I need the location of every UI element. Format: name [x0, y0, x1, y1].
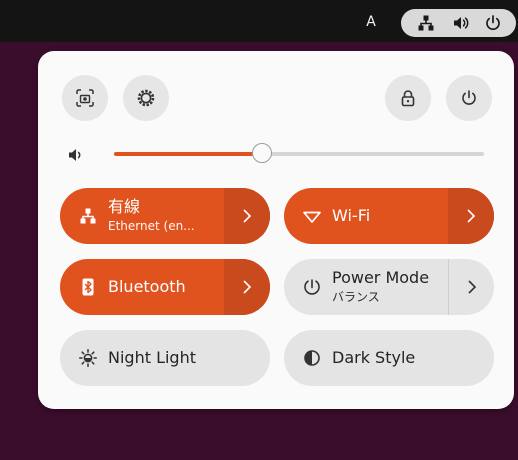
dark-style-icon: [302, 348, 322, 368]
wired-network-menu-button[interactable]: [224, 188, 270, 244]
system-status-menu[interactable]: [401, 9, 516, 37]
power-mode-label: Power Mode: [332, 268, 430, 287]
power-mode-toggle[interactable]: Power Mode バランス: [284, 259, 494, 315]
dark-style-label: Dark Style: [332, 348, 416, 367]
dark-style-toggle[interactable]: Dark Style: [284, 330, 494, 386]
wired-network-toggle[interactable]: 有線 Ethernet (en...: [60, 188, 270, 244]
screenshot-button[interactable]: [62, 75, 108, 121]
wired-network-label: 有線: [108, 197, 141, 216]
wifi-menu-button[interactable]: [448, 188, 494, 244]
bluetooth-main[interactable]: Bluetooth: [60, 259, 224, 315]
chevron-right-icon: [243, 209, 252, 223]
power-mode-icon: [302, 277, 322, 297]
speaker-icon[interactable]: [66, 145, 86, 165]
power-off-button[interactable]: [446, 75, 492, 121]
wifi-toggle[interactable]: Wi-Fi: [284, 188, 494, 244]
power-mode-menu-button[interactable]: [448, 259, 494, 315]
lock-button[interactable]: [385, 75, 431, 121]
lock-icon: [401, 90, 415, 107]
screenshot-icon: [76, 89, 94, 107]
volume-slider[interactable]: [114, 143, 484, 163]
power-icon: [462, 90, 476, 105]
settings-button[interactable]: [123, 75, 169, 121]
bluetooth-toggle[interactable]: Bluetooth: [60, 259, 270, 315]
wired-network-sublabel: Ethernet (en...: [108, 219, 195, 233]
power-icon: [484, 14, 502, 32]
chevron-right-icon: [243, 280, 252, 294]
night-light-toggle[interactable]: Night Light: [60, 330, 270, 386]
chevron-right-icon: [468, 280, 477, 294]
wired-network-main[interactable]: 有線 Ethernet (en...: [60, 188, 224, 244]
bluetooth-menu-button[interactable]: [224, 259, 270, 315]
bluetooth-icon: [78, 277, 98, 297]
wifi-main[interactable]: Wi-Fi: [284, 188, 448, 244]
volume-slider-fill: [114, 152, 262, 156]
input-source-indicator[interactable]: A: [362, 12, 380, 32]
top-bar: A: [0, 0, 518, 42]
volume-icon: [452, 14, 470, 32]
wifi-label: Wi-Fi: [332, 206, 371, 225]
quick-settings-panel: 有線 Ethernet (en... Wi-Fi Bluetooth Power…: [38, 51, 514, 409]
night-light-label: Night Light: [108, 348, 196, 367]
settings-icon: [137, 89, 155, 107]
night-light-icon: [78, 348, 98, 368]
network-wired-icon: [417, 14, 435, 32]
volume-slider-handle[interactable]: [252, 143, 272, 163]
power-mode-main[interactable]: Power Mode バランス: [284, 259, 448, 315]
network-wired-icon: [78, 206, 98, 226]
chevron-right-icon: [467, 209, 476, 223]
wifi-icon: [302, 206, 322, 226]
bluetooth-label: Bluetooth: [108, 277, 186, 296]
power-mode-sublabel: バランス: [332, 290, 380, 304]
